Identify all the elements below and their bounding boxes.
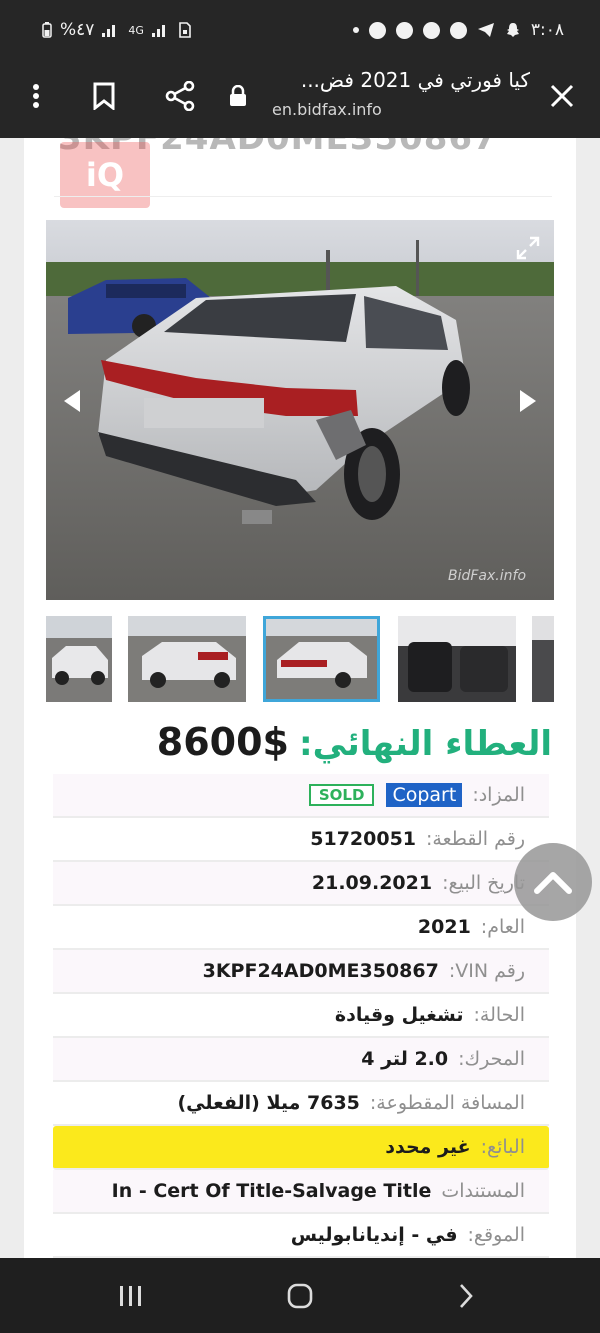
sold-badge: SOLD <box>308 784 375 806</box>
whatsapp-icon <box>449 21 467 39</box>
detail-row-vin: رقم VIN: 3KPF24AD0ME350867 <box>53 950 549 994</box>
sale-date-value: 21.09.2021 <box>311 872 433 894</box>
fullscreen-icon[interactable] <box>516 236 540 260</box>
location-value: في - إنديانابوليس <box>290 1224 458 1246</box>
final-bid-label: العطاء النهائي: <box>299 724 552 764</box>
condition-value: تشغيل وقيادة <box>334 1004 464 1026</box>
page-title[interactable]: كيا فورتي في 2021 فض... <box>270 68 530 92</box>
bookmark-icon <box>93 82 115 110</box>
lot-label: رقم القطعة: <box>426 828 525 850</box>
facebook-icon-2 <box>395 21 413 39</box>
chevron-up-icon <box>534 872 572 894</box>
detail-row-engine: المحرك: 2.0 لتر 4 <box>53 1038 549 1082</box>
close-icon <box>550 84 574 108</box>
page-url[interactable]: en.bidfax.info <box>272 100 382 119</box>
recent-apps-icon[interactable] <box>118 1285 144 1307</box>
detail-row-sale-date: تاريخ البيع: 21.09.2021 <box>53 862 549 906</box>
network-type: 4G <box>128 23 144 37</box>
thumbnail-image <box>46 616 112 702</box>
status-bar: %٤٧ 4G ٣:٠٨ <box>0 0 600 62</box>
signal-icon-2 <box>151 25 165 37</box>
divider <box>54 196 552 197</box>
detail-row-documents: المستندات In - Cert Of Title-Salvage Tit… <box>53 1170 549 1214</box>
year-value: 2021 <box>417 916 471 938</box>
sim-icon <box>179 22 191 38</box>
engine-value: 2.0 لتر 4 <box>361 1048 449 1070</box>
back-icon[interactable] <box>458 1283 474 1309</box>
more-vert-icon <box>33 84 39 108</box>
listing-card: 3KPF24AD0ME350867 iQ BidFax.info العطاء … <box>24 138 576 1258</box>
thumbnail[interactable] <box>128 616 246 702</box>
detail-row-auction: المزاد: Copart SOLD <box>53 774 549 818</box>
mileage-value: 7635 ميلا (الفعلي) <box>177 1092 360 1114</box>
final-bid-value: 8600$ <box>156 720 289 764</box>
notification-dot-icon <box>352 27 359 33</box>
main-car-photo[interactable]: BidFax.info <box>46 220 554 600</box>
detail-row-mileage: المسافة المقطوعة: 7635 ميلا (الفعلي) <box>53 1082 549 1126</box>
system-nav-bar <box>0 1258 600 1333</box>
engine-label: المحرك: <box>458 1048 525 1070</box>
facebook-icon <box>368 21 386 39</box>
prev-photo-icon[interactable] <box>64 390 80 412</box>
detail-row-year: العام: 2021 <box>53 906 549 950</box>
telegram-icon <box>477 23 494 37</box>
year-label: العام: <box>480 916 525 938</box>
final-bid: العطاء النهائي:8600$ <box>54 720 552 764</box>
thumbnail[interactable] <box>532 616 554 702</box>
status-left: %٤٧ 4G <box>42 20 192 40</box>
details-list: المزاد: Copart SOLD رقم القطعة: 51720051… <box>53 774 549 1258</box>
bookmark-button[interactable] <box>84 76 124 116</box>
mileage-label: المسافة المقطوعة: <box>369 1092 525 1114</box>
detail-row-seller: البائع: غير محدد <box>53 1126 549 1170</box>
status-right: ٣:٠٨ <box>352 20 564 40</box>
thumbnail[interactable] <box>46 616 112 702</box>
detail-row-condition: الحالة: تشغيل وقيادة <box>53 994 549 1038</box>
next-photo-icon[interactable] <box>520 390 536 412</box>
battery-percent: %٤٧ <box>60 20 95 40</box>
menu-button[interactable] <box>16 76 56 116</box>
auction-platform-badge[interactable]: Copart <box>386 783 463 807</box>
vin-label: رقم VIN: <box>448 960 525 982</box>
seller-label: البائع: <box>480 1136 525 1158</box>
messenger-icon <box>422 21 440 39</box>
thumbnail-image <box>128 616 246 702</box>
share-icon <box>165 81 195 111</box>
lock-icon <box>230 85 246 106</box>
home-icon[interactable] <box>287 1283 313 1309</box>
svg-text:BidFax.info: BidFax.info <box>448 568 526 584</box>
car-photo-illustration: BidFax.info <box>46 220 554 600</box>
documents-label: المستندات <box>441 1180 525 1202</box>
clock: ٣:٠٨ <box>530 20 564 40</box>
snapchat-icon <box>506 23 519 37</box>
thumbnail-selected[interactable] <box>263 616 380 702</box>
lot-value: 51720051 <box>310 828 417 850</box>
documents-value: In - Cert Of Title-Salvage Title <box>111 1180 432 1202</box>
iq-watermark: iQ <box>60 142 150 208</box>
close-tab-button[interactable] <box>542 76 582 116</box>
seller-value: غير محدد <box>385 1136 471 1158</box>
browser-toolbar: كيا فورتي في 2021 فض... en.bidfax.info <box>0 62 600 138</box>
thumbnail-strip <box>46 616 554 704</box>
sale-date-label: تاريخ البيع: <box>442 872 525 894</box>
battery-icon <box>42 22 52 38</box>
vin-value[interactable]: 3KPF24AD0ME350867 <box>203 960 439 982</box>
signal-icon <box>102 25 116 37</box>
auction-label: المزاد: <box>472 784 525 806</box>
scroll-to-top-button[interactable] <box>514 843 592 921</box>
secure-lock[interactable] <box>220 76 256 116</box>
detail-row-location: الموقع: في - إنديانابوليس <box>53 1214 549 1258</box>
thumbnail-image <box>398 616 516 702</box>
thumbnail-image <box>263 616 380 702</box>
thumbnail-image <box>532 616 554 702</box>
location-label: الموقع: <box>467 1224 525 1246</box>
detail-row-lot: رقم القطعة: 51720051 <box>53 818 549 862</box>
thumbnail[interactable] <box>398 616 516 702</box>
share-button[interactable] <box>160 76 200 116</box>
condition-label: الحالة: <box>473 1004 526 1026</box>
